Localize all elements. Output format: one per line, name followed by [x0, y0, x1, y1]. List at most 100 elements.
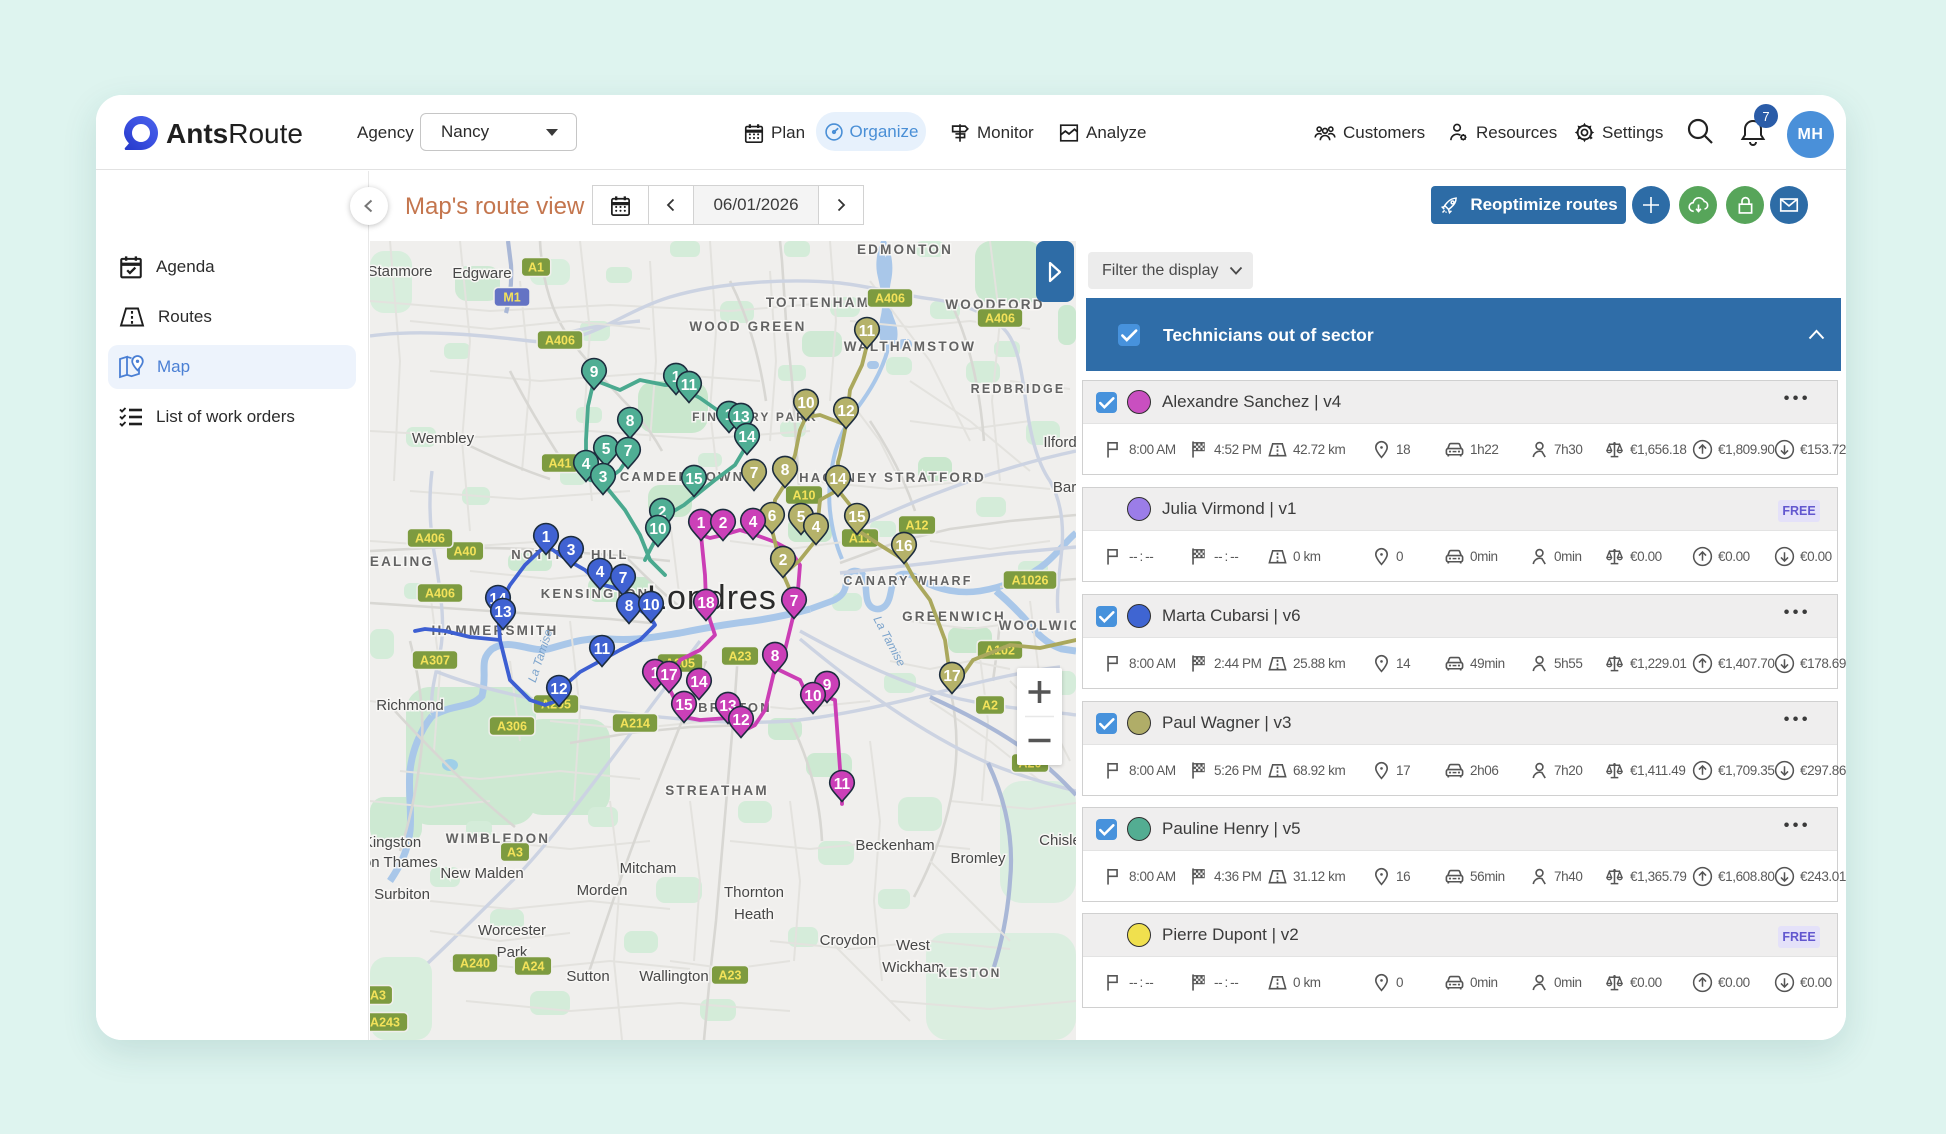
svg-text:New Malden: New Malden — [440, 865, 523, 882]
svg-text:Heath: Heath — [734, 906, 774, 923]
svg-text:A24: A24 — [522, 960, 545, 974]
svg-text:9: 9 — [590, 364, 599, 381]
svg-text:17: 17 — [943, 668, 960, 685]
svg-text:A3: A3 — [507, 846, 523, 860]
svg-text:WOOLWICH: WOOLWICH — [999, 618, 1076, 633]
svg-text:Croydon: Croydon — [820, 932, 877, 949]
svg-text:Worcester: Worcester — [478, 922, 546, 939]
svg-text:Bromley: Bromley — [950, 850, 1006, 867]
svg-text:12: 12 — [550, 681, 567, 698]
svg-text:8: 8 — [771, 648, 780, 665]
svg-text:2: 2 — [719, 515, 728, 532]
svg-text:7: 7 — [619, 570, 628, 587]
svg-text:Ilford: Ilford — [1043, 434, 1076, 451]
svg-text:KESTON: KESTON — [939, 966, 1002, 980]
svg-text:14: 14 — [738, 429, 756, 446]
svg-text:14: 14 — [690, 674, 708, 691]
svg-text:M1: M1 — [503, 291, 520, 305]
svg-text:STRATFORD: STRATFORD — [884, 470, 986, 485]
svg-text:11: 11 — [594, 641, 611, 658]
svg-text:12: 12 — [732, 712, 749, 729]
svg-text:Sutton: Sutton — [566, 968, 609, 985]
svg-text:Kingston: Kingston — [370, 834, 421, 851]
svg-text:A406: A406 — [545, 334, 575, 348]
svg-text:A1026: A1026 — [1012, 574, 1049, 588]
svg-text:2: 2 — [779, 552, 788, 569]
svg-text:WIMBLEDON: WIMBLEDON — [446, 831, 551, 846]
svg-text:A10: A10 — [793, 489, 816, 503]
svg-text:14: 14 — [829, 471, 847, 488]
svg-text:EDMONTON: EDMONTON — [857, 242, 953, 257]
svg-text:5: 5 — [602, 441, 611, 458]
svg-text:Wembley: Wembley — [412, 430, 475, 447]
svg-text:10: 10 — [804, 688, 821, 705]
svg-text:Barki: Barki — [1053, 479, 1076, 496]
svg-text:4: 4 — [596, 564, 605, 581]
svg-text:Morden: Morden — [577, 882, 628, 899]
svg-text:Beckenham: Beckenham — [855, 837, 934, 854]
svg-text:11: 11 — [681, 377, 698, 394]
svg-text:Wallington: Wallington — [639, 968, 708, 985]
svg-text:Mitcham: Mitcham — [620, 860, 677, 877]
svg-text:A306: A306 — [497, 720, 527, 734]
svg-text:6: 6 — [768, 508, 777, 525]
svg-text:A243: A243 — [370, 1016, 400, 1030]
svg-text:13: 13 — [494, 604, 512, 621]
svg-text:STREATHAM: STREATHAM — [665, 783, 769, 798]
svg-text:A3: A3 — [370, 989, 386, 1003]
svg-text:A406: A406 — [415, 532, 445, 546]
svg-text:A12: A12 — [906, 519, 929, 533]
svg-text:10: 10 — [642, 597, 659, 614]
svg-text:REDBRIDGE: REDBRIDGE — [971, 382, 1066, 396]
svg-text:8: 8 — [626, 413, 635, 430]
svg-text:West: West — [896, 937, 931, 954]
svg-text:Chisle: Chisle — [1039, 832, 1076, 849]
svg-text:15: 15 — [848, 509, 866, 526]
svg-text:1: 1 — [542, 529, 551, 546]
svg-text:A307: A307 — [420, 654, 450, 668]
svg-text:8: 8 — [625, 598, 634, 615]
svg-text:Stanmore: Stanmore — [370, 263, 433, 280]
svg-text:TOTTENHAM: TOTTENHAM — [766, 295, 870, 310]
svg-text:A214: A214 — [620, 717, 650, 731]
svg-text:7: 7 — [750, 465, 759, 482]
svg-text:CANARY WHARF: CANARY WHARF — [843, 574, 972, 588]
svg-text:1: 1 — [697, 515, 706, 532]
svg-text:4: 4 — [812, 519, 821, 536]
svg-text:A1: A1 — [528, 261, 544, 275]
svg-text:Wickham: Wickham — [882, 959, 944, 976]
svg-text:4: 4 — [582, 456, 591, 473]
svg-text:15: 15 — [685, 471, 703, 488]
svg-text:3: 3 — [567, 542, 576, 559]
svg-text:Edgware: Edgware — [452, 265, 511, 282]
svg-text:18: 18 — [697, 595, 715, 612]
svg-text:A406: A406 — [425, 587, 455, 601]
svg-text:A23: A23 — [729, 650, 752, 664]
svg-text:upon Thames: upon Thames — [370, 854, 438, 871]
svg-text:A2: A2 — [982, 699, 998, 713]
svg-text:17: 17 — [660, 667, 677, 684]
svg-text:Thornton: Thornton — [724, 884, 784, 901]
svg-text:A406: A406 — [985, 312, 1015, 326]
svg-text:A40: A40 — [454, 545, 477, 559]
svg-text:4: 4 — [749, 514, 758, 531]
svg-text:WOOD GREEN: WOOD GREEN — [689, 319, 806, 334]
svg-text:8: 8 — [781, 462, 790, 479]
svg-text:10: 10 — [649, 521, 666, 538]
svg-text:7: 7 — [624, 443, 633, 460]
svg-text:11: 11 — [859, 323, 876, 340]
svg-text:Surbiton: Surbiton — [374, 886, 430, 903]
svg-text:GREENWICH: GREENWICH — [902, 609, 1006, 624]
svg-text:Richmond: Richmond — [376, 697, 444, 714]
svg-text:10: 10 — [797, 395, 814, 412]
svg-text:A240: A240 — [460, 957, 490, 971]
svg-text:A41: A41 — [549, 457, 572, 471]
svg-text:16: 16 — [895, 538, 913, 555]
svg-text:7: 7 — [790, 593, 799, 610]
svg-text:15: 15 — [675, 697, 693, 714]
svg-text:EALING: EALING — [370, 554, 434, 569]
svg-text:A406: A406 — [875, 292, 905, 306]
svg-text:A23: A23 — [719, 969, 742, 983]
svg-text:12: 12 — [837, 403, 854, 420]
svg-text:3: 3 — [599, 469, 608, 486]
